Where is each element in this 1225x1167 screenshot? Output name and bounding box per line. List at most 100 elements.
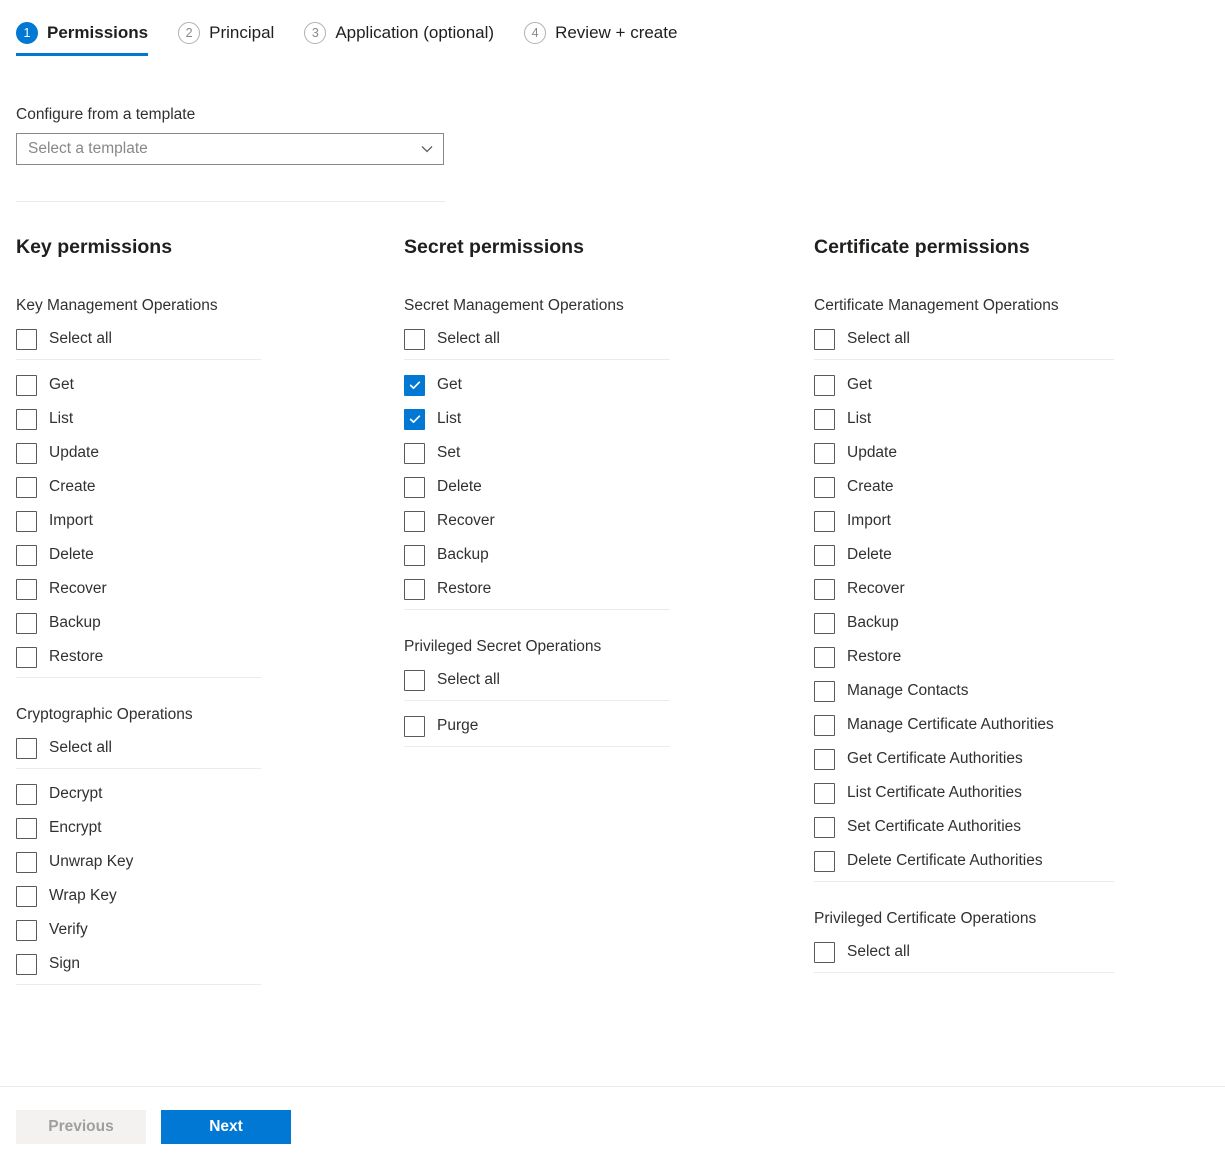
checkbox-unchecked-icon[interactable] xyxy=(814,715,835,736)
checkbox-unchecked-icon[interactable] xyxy=(814,749,835,770)
permission-checkbox-row[interactable]: Get xyxy=(814,368,1124,402)
permission-checkbox-row[interactable]: Manage Contacts xyxy=(814,674,1124,708)
checkbox-unchecked-icon[interactable] xyxy=(16,511,37,532)
previous-button[interactable]: Previous xyxy=(16,1110,146,1144)
checkbox-unchecked-icon[interactable] xyxy=(404,579,425,600)
template-dropdown[interactable]: Select a template xyxy=(16,133,444,165)
checkbox-unchecked-icon[interactable] xyxy=(814,783,835,804)
checkbox-unchecked-icon[interactable] xyxy=(404,477,425,498)
checkbox-unchecked-icon[interactable] xyxy=(16,329,37,350)
permission-checkbox-row[interactable]: Restore xyxy=(814,640,1124,674)
column-title: Secret permissions xyxy=(404,236,684,259)
permission-checkbox-row[interactable]: Manage Certificate Authorities xyxy=(814,708,1124,742)
next-button[interactable]: Next xyxy=(161,1110,291,1144)
permission-checkbox-row[interactable]: List xyxy=(404,402,684,436)
permission-checkbox-row[interactable]: Backup xyxy=(814,606,1124,640)
permission-checkbox-row[interactable]: Import xyxy=(16,504,276,538)
permission-checkbox-row[interactable]: Update xyxy=(814,436,1124,470)
permission-checkbox-row[interactable]: Select all xyxy=(814,935,1124,969)
permission-checkbox-row[interactable]: Sign xyxy=(16,947,276,981)
checkbox-unchecked-icon[interactable] xyxy=(814,851,835,872)
checkbox-unchecked-icon[interactable] xyxy=(16,784,37,805)
checkbox-unchecked-icon[interactable] xyxy=(16,443,37,464)
checkbox-checked-icon[interactable] xyxy=(404,409,425,430)
checkbox-unchecked-icon[interactable] xyxy=(16,886,37,907)
permission-checkbox-row[interactable]: Backup xyxy=(16,606,276,640)
group-divider xyxy=(404,609,670,610)
permission-checkbox-row[interactable]: Delete Certificate Authorities xyxy=(814,844,1124,878)
checkbox-unchecked-icon[interactable] xyxy=(814,329,835,350)
permission-checkbox-row[interactable]: Delete xyxy=(814,538,1124,572)
permission-checkbox-row[interactable]: Recover xyxy=(404,504,684,538)
checkbox-unchecked-icon[interactable] xyxy=(404,545,425,566)
checkbox-unchecked-icon[interactable] xyxy=(16,647,37,668)
checkbox-unchecked-icon[interactable] xyxy=(814,817,835,838)
permission-checkbox-row[interactable]: List xyxy=(16,402,276,436)
permission-checkbox-row[interactable]: Purge xyxy=(404,709,684,743)
checkbox-unchecked-icon[interactable] xyxy=(16,738,37,759)
checkbox-unchecked-icon[interactable] xyxy=(16,477,37,498)
permission-checkbox-row[interactable]: Verify xyxy=(16,913,276,947)
permission-checkbox-row[interactable]: Create xyxy=(16,470,276,504)
checkbox-unchecked-icon[interactable] xyxy=(16,954,37,975)
checkbox-unchecked-icon[interactable] xyxy=(814,647,835,668)
checkbox-unchecked-icon[interactable] xyxy=(814,579,835,600)
checkbox-unchecked-icon[interactable] xyxy=(16,818,37,839)
checkbox-label: Select all xyxy=(49,739,112,757)
permission-checkbox-row[interactable]: Wrap Key xyxy=(16,879,276,913)
checkbox-unchecked-icon[interactable] xyxy=(16,613,37,634)
permission-checkbox-row[interactable]: Select all xyxy=(404,663,684,697)
permission-checkbox-row[interactable]: Unwrap Key xyxy=(16,845,276,879)
permission-checkbox-row[interactable]: Select all xyxy=(404,322,684,356)
checkbox-unchecked-icon[interactable] xyxy=(404,670,425,691)
wizard-step-permissions[interactable]: 1Permissions xyxy=(16,22,148,56)
checkbox-unchecked-icon[interactable] xyxy=(814,545,835,566)
checkbox-unchecked-icon[interactable] xyxy=(16,409,37,430)
permission-checkbox-row[interactable]: Delete xyxy=(16,538,276,572)
wizard-step-application-optional[interactable]: 3Application (optional) xyxy=(304,22,494,56)
permission-checkbox-row[interactable]: List Certificate Authorities xyxy=(814,776,1124,810)
permission-checkbox-row[interactable]: Set xyxy=(404,436,684,470)
permission-checkbox-row[interactable]: Restore xyxy=(16,640,276,674)
permission-checkbox-row[interactable]: Decrypt xyxy=(16,777,276,811)
checkbox-unchecked-icon[interactable] xyxy=(814,681,835,702)
permission-checkbox-row[interactable]: Backup xyxy=(404,538,684,572)
checkbox-unchecked-icon[interactable] xyxy=(16,375,37,396)
wizard-step-principal[interactable]: 2Principal xyxy=(178,22,274,56)
checkbox-unchecked-icon[interactable] xyxy=(404,511,425,532)
checkbox-unchecked-icon[interactable] xyxy=(814,942,835,963)
checkbox-label: Delete xyxy=(847,546,892,564)
permission-checkbox-row[interactable]: Restore xyxy=(404,572,684,606)
checkbox-unchecked-icon[interactable] xyxy=(16,920,37,941)
permission-checkbox-row[interactable]: List xyxy=(814,402,1124,436)
checkbox-unchecked-icon[interactable] xyxy=(404,443,425,464)
checkbox-unchecked-icon[interactable] xyxy=(16,545,37,566)
permission-checkbox-row[interactable]: Get xyxy=(404,368,684,402)
checkbox-unchecked-icon[interactable] xyxy=(404,716,425,737)
permission-checkbox-row[interactable]: Import xyxy=(814,504,1124,538)
permission-checkbox-row[interactable]: Select all xyxy=(16,731,276,765)
checkbox-unchecked-icon[interactable] xyxy=(814,443,835,464)
permission-checkbox-row[interactable]: Recover xyxy=(814,572,1124,606)
permission-checkbox-row[interactable]: Encrypt xyxy=(16,811,276,845)
permission-checkbox-row[interactable]: Create xyxy=(814,470,1124,504)
permission-checkbox-row[interactable]: Select all xyxy=(814,322,1124,356)
checkbox-unchecked-icon[interactable] xyxy=(814,375,835,396)
permission-checkbox-row[interactable]: Set Certificate Authorities xyxy=(814,810,1124,844)
checkbox-unchecked-icon[interactable] xyxy=(814,409,835,430)
column-title: Key permissions xyxy=(16,236,276,259)
checkbox-unchecked-icon[interactable] xyxy=(814,477,835,498)
checkbox-checked-icon[interactable] xyxy=(404,375,425,396)
checkbox-unchecked-icon[interactable] xyxy=(814,613,835,634)
permission-checkbox-row[interactable]: Update xyxy=(16,436,276,470)
wizard-step-review-create[interactable]: 4Review + create xyxy=(524,22,677,56)
checkbox-unchecked-icon[interactable] xyxy=(814,511,835,532)
checkbox-unchecked-icon[interactable] xyxy=(404,329,425,350)
permission-checkbox-row[interactable]: Get Certificate Authorities xyxy=(814,742,1124,776)
permission-checkbox-row[interactable]: Select all xyxy=(16,322,276,356)
checkbox-unchecked-icon[interactable] xyxy=(16,852,37,873)
permission-checkbox-row[interactable]: Get xyxy=(16,368,276,402)
checkbox-unchecked-icon[interactable] xyxy=(16,579,37,600)
permission-checkbox-row[interactable]: Recover xyxy=(16,572,276,606)
permission-checkbox-row[interactable]: Delete xyxy=(404,470,684,504)
